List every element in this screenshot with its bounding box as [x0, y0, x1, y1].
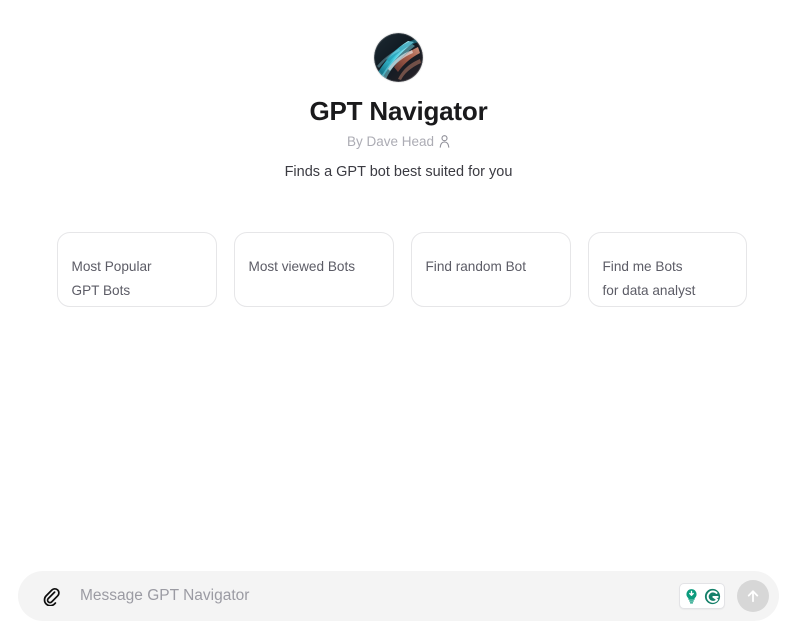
composer-bar — [0, 563, 797, 627]
lightbulb-download-icon[interactable] — [682, 586, 701, 606]
starter-prompt-card[interactable]: Most Popular GPT Bots — [56, 232, 217, 308]
browser-extension-badges[interactable] — [679, 583, 725, 609]
arrow-up-icon — [747, 590, 759, 603]
starter-prompt-card[interactable]: Find random Bot — [410, 232, 571, 308]
send-button[interactable] — [737, 580, 769, 612]
person-icon — [439, 135, 450, 149]
starter-prompt-card[interactable]: Find me Bots for data analyst — [587, 232, 747, 308]
message-composer[interactable] — [18, 571, 779, 621]
message-input[interactable] — [78, 582, 679, 610]
bot-description: Finds a GPT bot best suited for you — [284, 163, 513, 180]
chat-welcome-area: GPT Navigator By Dave Head Finds a GPT b… — [0, 0, 797, 563]
byline: By Dave Head — [347, 135, 450, 149]
page-title: GPT Navigator — [309, 96, 488, 126]
starter-prompt-card[interactable]: Most viewed Bots — [233, 232, 394, 308]
abstract-swoosh-avatar — [374, 33, 423, 82]
byline-author: By Dave Head — [346, 134, 435, 150]
grammarly-g-icon[interactable] — [703, 586, 722, 606]
starter-prompts: Most Popular GPT Bots Most viewed Bots F… — [49, 232, 749, 308]
paperclip-icon[interactable] — [38, 583, 64, 609]
